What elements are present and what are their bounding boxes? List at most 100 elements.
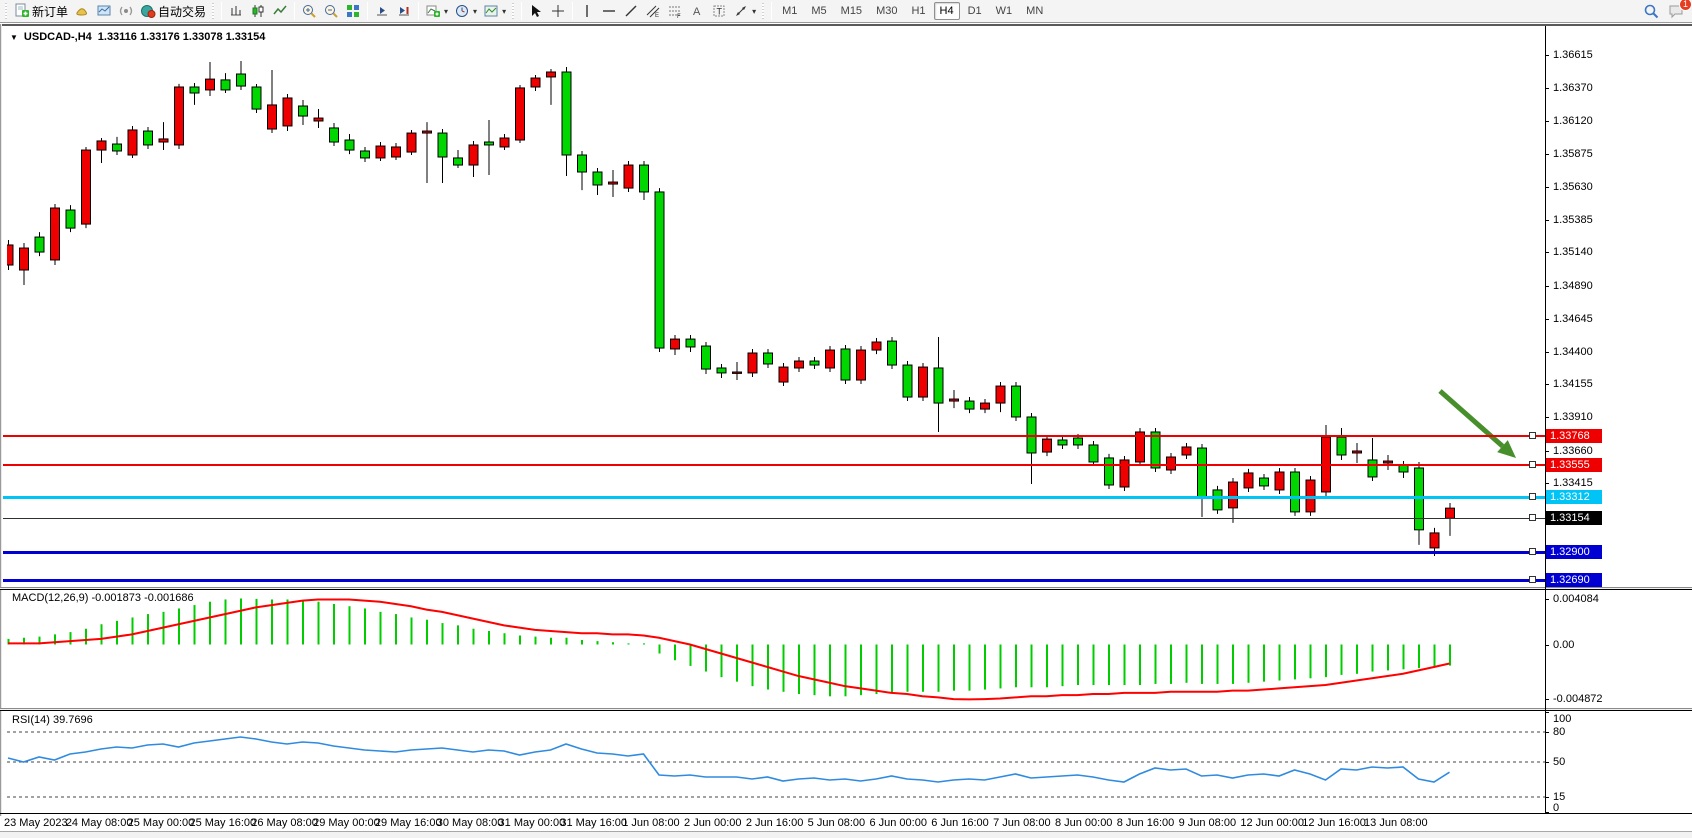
candle-body (996, 386, 1005, 403)
macd-canvas[interactable] (7, 590, 1545, 708)
price-axis-line (1545, 26, 1546, 814)
zoom-in-button[interactable] (298, 1, 320, 21)
auto-trading-button[interactable]: 自动交易 (137, 1, 209, 21)
price-level-line[interactable] (3, 496, 1545, 499)
indicators-button[interactable]: ▾ (422, 1, 451, 21)
rsi-canvas[interactable] (7, 711, 1545, 813)
toolbar-grip-2[interactable] (211, 3, 216, 19)
periods-button[interactable]: ▾ (451, 1, 480, 21)
price-level-line[interactable] (3, 551, 1545, 554)
arrows-caret-icon[interactable]: ▾ (752, 7, 756, 16)
time-axis-label: 8 Jun 00:00 (1055, 817, 1113, 829)
axis-tick (1545, 286, 1549, 287)
indicators-caret-icon[interactable]: ▾ (444, 7, 448, 16)
search-icon[interactable] (1643, 3, 1660, 20)
price-axis-label: 1.34400 (1553, 346, 1593, 358)
candle-body (826, 350, 835, 368)
candle-body (159, 139, 168, 142)
price-level-line[interactable] (3, 435, 1545, 437)
line-handle[interactable] (1529, 493, 1536, 500)
price-level-line[interactable] (3, 464, 1545, 466)
timeframe-button-m1[interactable]: M1 (776, 2, 803, 20)
line-handle[interactable] (1529, 514, 1536, 521)
price-level-line[interactable] (3, 518, 1545, 519)
timeframe-button-m15[interactable]: M15 (835, 2, 868, 20)
line-handle[interactable] (1529, 461, 1536, 468)
periods-caret-icon[interactable]: ▾ (473, 7, 477, 16)
chart-shift-button[interactable] (371, 1, 393, 21)
line-handle[interactable] (1529, 548, 1536, 555)
candle-body (283, 98, 292, 126)
templates-caret-icon[interactable]: ▾ (502, 7, 506, 16)
candle-body (624, 165, 633, 188)
chart-shift-icon (374, 3, 390, 19)
line-handle[interactable] (1529, 432, 1536, 439)
window-bottom-strip (0, 831, 1692, 838)
notifications-chat-icon[interactable]: 1 (1668, 3, 1686, 20)
candle-body (268, 105, 277, 129)
timeframe-button-h4[interactable]: H4 (934, 2, 960, 20)
bar-chart-mode-button[interactable] (225, 1, 247, 21)
toolbar-grip-3[interactable] (511, 3, 516, 19)
market-watch-button[interactable] (93, 1, 115, 21)
candle-body (1430, 533, 1439, 548)
price-chart-canvas[interactable] (7, 26, 1545, 588)
timeframe-button-w1[interactable]: W1 (990, 2, 1019, 20)
candle-body (438, 133, 447, 157)
line-chart-icon (272, 3, 288, 19)
line-chart-mode-button[interactable] (269, 1, 291, 21)
horizontal-line-tool-button[interactable] (598, 1, 620, 21)
timeframe-toolbar: M1M5M15M30H1H4D1W1MN (775, 2, 1050, 20)
candle-body (981, 403, 990, 409)
trendline-tool-button[interactable] (620, 1, 642, 21)
new-order-label: 新订单 (32, 3, 68, 20)
arrows-tool-button[interactable]: ▾ (730, 1, 759, 21)
price-level-line[interactable] (3, 579, 1545, 582)
candle-body (469, 145, 478, 165)
toolbar-separator (418, 2, 419, 20)
new-order-button[interactable]: 新订单 (11, 1, 71, 21)
candlestick-icon (250, 3, 266, 19)
candle-body (1213, 490, 1222, 510)
time-axis-label: 29 May 16:00 (375, 817, 442, 829)
tile-windows-button[interactable] (342, 1, 364, 21)
candle-body (1384, 461, 1393, 463)
templates-button[interactable]: ▾ (480, 1, 509, 21)
time-axis-label: 26 May 08:00 (251, 817, 318, 829)
timeframe-button-m5[interactable]: M5 (805, 2, 832, 20)
strategy-tester-button[interactable] (71, 1, 93, 21)
trend-arrow-shaft[interactable] (1440, 391, 1502, 446)
toolbar-grip-4[interactable] (761, 3, 766, 19)
label-tool-button[interactable]: T (708, 1, 730, 21)
fibonacci-tool-button[interactable]: F (664, 1, 686, 21)
axis-tick (1545, 88, 1549, 89)
candle-body (190, 87, 199, 93)
timeframe-button-mn[interactable]: MN (1020, 2, 1049, 20)
signal-icon (118, 3, 134, 19)
signals-button[interactable] (115, 1, 137, 21)
trendline-icon (623, 3, 639, 19)
vertical-line-tool-button[interactable] (576, 1, 598, 21)
rsi-label: RSI(14) 39.7696 (12, 714, 93, 726)
text-tool-icon: A (689, 3, 705, 19)
text-tool-button[interactable]: A (686, 1, 708, 21)
zoom-out-button[interactable] (320, 1, 342, 21)
timeframe-button-d1[interactable]: D1 (962, 2, 988, 20)
timeframe-button-m30[interactable]: M30 (870, 2, 903, 20)
price-axis-label: 1.34890 (1553, 280, 1593, 292)
time-axis-label: 8 Jun 16:00 (1117, 817, 1175, 829)
auto-scroll-icon (396, 3, 412, 19)
line-handle[interactable] (1529, 576, 1536, 583)
auto-scroll-button[interactable] (393, 1, 415, 21)
candle-body (857, 350, 866, 380)
channel-tool-button[interactable]: E (642, 1, 664, 21)
auto-trading-icon (140, 3, 156, 19)
candle-body (717, 368, 726, 373)
price-axis-label: 1.36615 (1553, 49, 1593, 61)
candle-body (252, 87, 261, 109)
candlestick-mode-button[interactable] (247, 1, 269, 21)
cursor-tool-button[interactable] (525, 1, 547, 21)
toolbar-grip[interactable] (4, 3, 9, 19)
crosshair-tool-button[interactable] (547, 1, 569, 21)
timeframe-button-h1[interactable]: H1 (905, 2, 931, 20)
